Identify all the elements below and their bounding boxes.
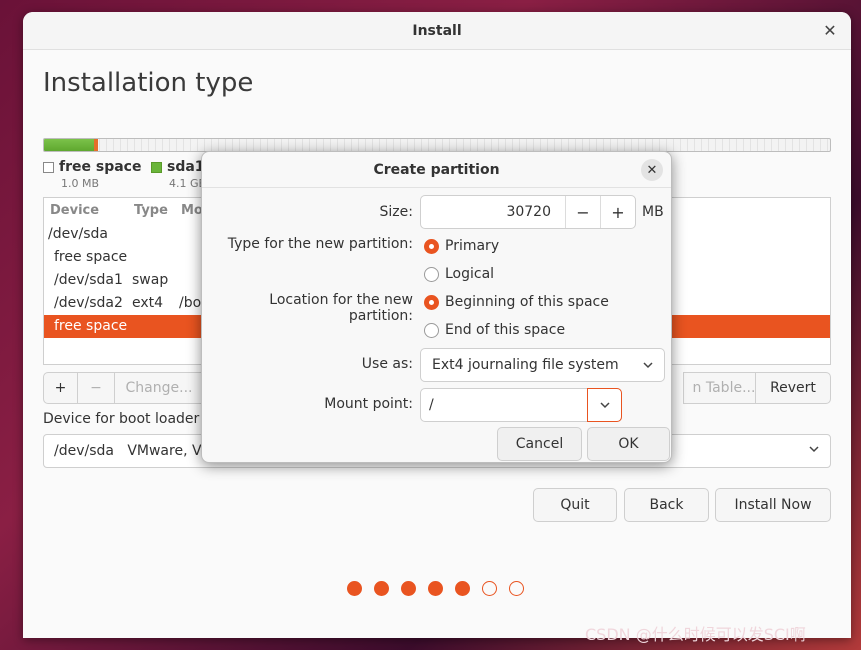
legend-size: 1.0 MB xyxy=(61,177,100,190)
legend-swatch xyxy=(151,161,162,173)
boot-loader-label: Device for boot loader i xyxy=(43,411,208,427)
window-title: Install xyxy=(412,22,462,39)
close-icon[interactable]: ✕ xyxy=(641,159,663,181)
revert-button[interactable]: Revert xyxy=(755,372,831,404)
mount-point-dropdown-button[interactable] xyxy=(587,388,622,422)
cancel-button[interactable]: Cancel xyxy=(497,427,582,461)
size-decrement-button[interactable]: − xyxy=(565,196,600,228)
progress-dot-done xyxy=(455,581,470,596)
size-input[interactable]: 30720 xyxy=(506,204,551,220)
page-title: Installation type xyxy=(43,68,254,98)
add-partition-button[interactable]: + xyxy=(43,372,78,404)
radio-primary[interactable]: Primary xyxy=(424,238,499,254)
boot-loader-value: /dev/sda VMware, V xyxy=(54,443,202,459)
progress-dot-done xyxy=(428,581,443,596)
partition-bar xyxy=(43,138,831,152)
legend-free-space: free space 1.0 MB xyxy=(43,159,141,190)
location-label: Location for the new partition: xyxy=(269,292,413,324)
progress-dot-done xyxy=(401,581,416,596)
change-partition-button[interactable]: Change... xyxy=(114,372,204,404)
title-bar: Install ✕ xyxy=(23,12,851,50)
radio-indicator xyxy=(424,266,439,282)
size-spinner: 30720 − + xyxy=(420,195,636,229)
mount-point-input[interactable]: / xyxy=(429,397,434,413)
cell-type: ext4 xyxy=(132,295,164,311)
chevron-down-icon xyxy=(642,359,654,375)
partition-segment-sda1 xyxy=(44,139,94,151)
size-increment-button[interactable]: + xyxy=(600,196,635,228)
radio-label: End of this space xyxy=(445,322,566,338)
radio-indicator xyxy=(424,322,439,338)
mount-point-label: Mount point: xyxy=(324,396,413,412)
mount-point-combo: / xyxy=(420,388,622,422)
dialog-title-bar: Create partition ✕ xyxy=(202,152,671,188)
close-icon[interactable]: ✕ xyxy=(821,22,839,40)
radio-label: Primary xyxy=(445,238,500,254)
create-partition-dialog: Create partition ✕ Size: 30720 − + MB Ty… xyxy=(201,151,672,463)
cell-device: /dev/sda1 xyxy=(54,272,123,288)
progress-dot-pending xyxy=(482,581,497,596)
use-as-label: Use as: xyxy=(361,356,413,372)
header-mount[interactable]: Mo xyxy=(181,203,203,218)
dialog-title: Create partition xyxy=(373,161,500,178)
radio-end[interactable]: End of this space xyxy=(424,322,565,338)
radio-label: Beginning of this space xyxy=(445,294,609,310)
header-type[interactable]: Type xyxy=(134,203,168,218)
legend-swatch xyxy=(43,161,54,173)
back-button[interactable]: Back xyxy=(624,488,709,522)
use-as-value: Ext4 journaling file system xyxy=(432,357,619,373)
size-unit: MB xyxy=(642,204,664,220)
radio-logical[interactable]: Logical xyxy=(424,266,494,282)
radio-indicator-checked xyxy=(424,294,439,310)
use-as-select[interactable]: Ext4 journaling file system xyxy=(420,348,665,382)
progress-dot-pending xyxy=(509,581,524,596)
radio-beginning[interactable]: Beginning of this space xyxy=(424,294,609,310)
cell-device: /dev/sda2 xyxy=(54,295,123,311)
quit-button[interactable]: Quit xyxy=(533,488,617,522)
cell-mount: /bo xyxy=(179,295,202,311)
legend-label: sda1 xyxy=(167,159,205,175)
cell-device: free space xyxy=(54,318,128,334)
size-label: Size: xyxy=(379,204,413,220)
progress-dots xyxy=(347,581,524,596)
remove-partition-button[interactable]: − xyxy=(77,372,115,404)
header-device[interactable]: Device xyxy=(50,203,99,218)
legend-label: free space xyxy=(59,159,142,175)
cell-device: free space xyxy=(54,249,128,265)
cell-device: /dev/sda xyxy=(48,226,108,242)
cell-type: swap xyxy=(132,272,169,288)
legend-sda1: sda1 4.1 GB xyxy=(151,159,206,190)
ok-button[interactable]: OK xyxy=(587,427,670,461)
radio-indicator-checked xyxy=(424,238,439,254)
partition-segment-sda2 xyxy=(94,139,98,151)
watermark: CSDN @什么时候可以发SCI啊 xyxy=(585,625,806,644)
chevron-down-icon xyxy=(808,443,820,458)
progress-dot-done xyxy=(347,581,362,596)
install-now-button[interactable]: Install Now xyxy=(715,488,831,522)
chevron-down-icon xyxy=(599,402,610,409)
type-label: Type for the new partition: xyxy=(227,236,413,252)
radio-label: Logical xyxy=(445,266,495,282)
progress-dot-done xyxy=(374,581,389,596)
new-partition-table-button[interactable]: n Table... xyxy=(683,372,765,404)
